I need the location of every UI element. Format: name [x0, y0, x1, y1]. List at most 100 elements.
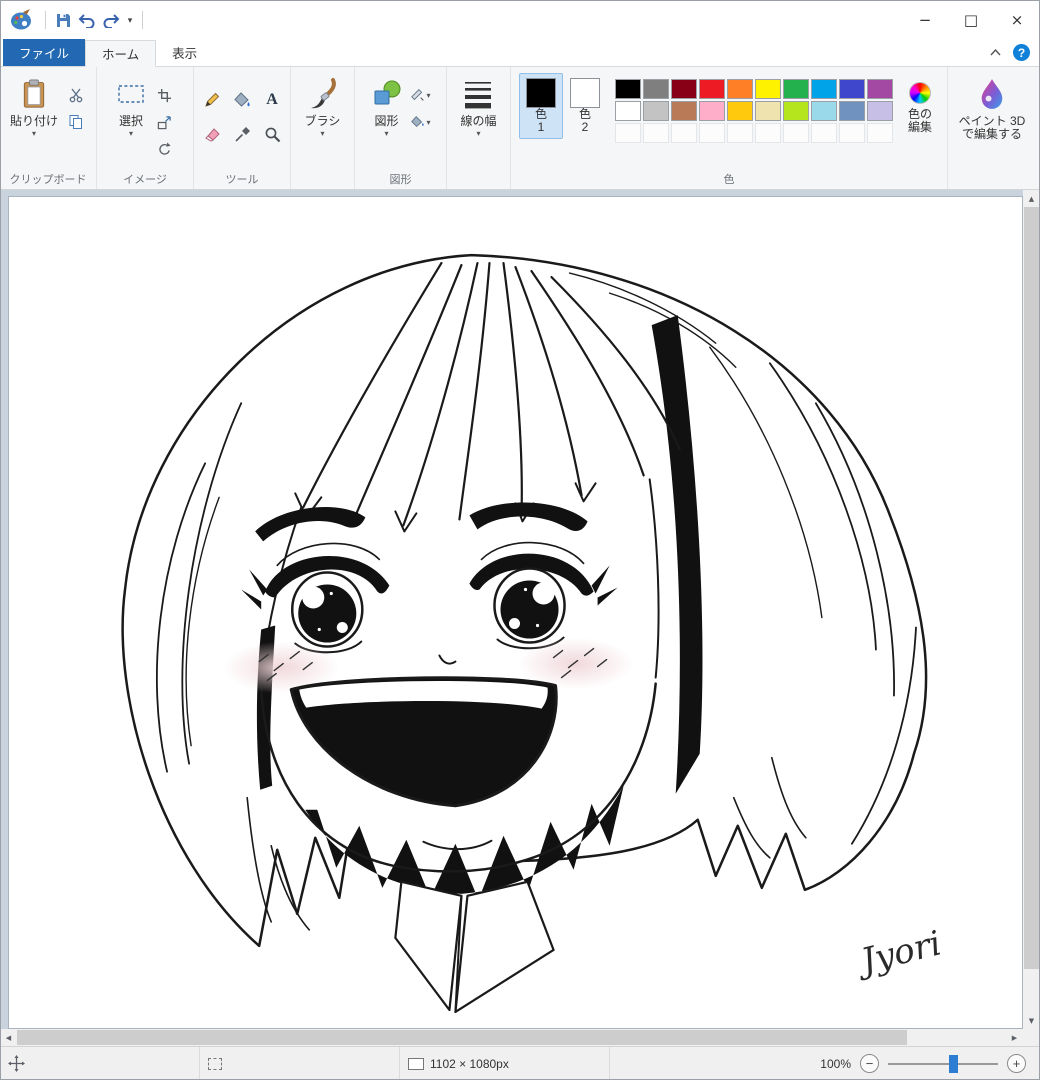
- zoom-slider[interactable]: [888, 1054, 998, 1073]
- brush-label: ブラシ: [304, 114, 341, 128]
- ribbon: 貼り付け ▾ クリップボード 選択 ▾ イメージ A ツール ブラシ ▾ 図形 …: [0, 67, 1040, 190]
- scroll-up-button[interactable]: ▲: [1023, 190, 1040, 207]
- eraser-tool-button[interactable]: [200, 122, 224, 146]
- tab-view[interactable]: 表示: [156, 39, 213, 66]
- tab-home[interactable]: ホーム: [85, 40, 157, 67]
- horizontal-scrollbar[interactable]: ◀ ▶: [0, 1029, 1023, 1046]
- paste-button[interactable]: 貼り付け ▾: [6, 73, 62, 141]
- select-button[interactable]: 選択 ▾: [112, 73, 150, 141]
- palette-swatch-empty[interactable]: [670, 123, 697, 143]
- vertical-scrollbar-thumb[interactable]: [1024, 207, 1039, 969]
- brush-button[interactable]: ブラシ ▾: [301, 73, 345, 141]
- palette-swatch-ffffff[interactable]: [614, 101, 641, 121]
- scroll-right-icon: ▶: [1011, 1033, 1018, 1042]
- palette-swatch-ffc90e[interactable]: [726, 101, 753, 121]
- qat-customize-button[interactable]: ▾: [123, 8, 137, 32]
- shape-outline-button[interactable]: ▾: [409, 83, 433, 107]
- zoom-out-button[interactable]: −: [860, 1054, 879, 1073]
- scroll-left-button[interactable]: ◀: [0, 1029, 17, 1046]
- palette-swatch-b97a57[interactable]: [670, 101, 697, 121]
- palette-swatch-99d9ea[interactable]: [810, 101, 837, 121]
- color1-label-line1: 色: [534, 107, 547, 121]
- palette-swatch-7f7f7f[interactable]: [642, 79, 669, 99]
- palette-swatch-empty[interactable]: [866, 123, 893, 143]
- palette-swatch-empty[interactable]: [838, 123, 865, 143]
- palette-swatch-ffaec9[interactable]: [698, 101, 725, 121]
- palette-swatch-c8bfe7[interactable]: [866, 101, 893, 121]
- color2-button[interactable]: 色 2: [563, 73, 607, 139]
- palette-swatch-empty[interactable]: [782, 123, 809, 143]
- tab-file[interactable]: ファイル: [3, 39, 86, 66]
- palette-swatch-c3c3c3[interactable]: [642, 101, 669, 121]
- zoom-level-text: 100%: [820, 1056, 851, 1071]
- ribbon-group-size: 線の幅 ▾: [447, 67, 511, 189]
- paint-app-icon: [8, 7, 34, 33]
- palette-swatch-b5e61d[interactable]: [782, 101, 809, 121]
- shape-fill-button[interactable]: ▾: [409, 110, 433, 134]
- help-button[interactable]: ?: [1013, 44, 1030, 61]
- palette-swatch-7092be[interactable]: [838, 101, 865, 121]
- ribbon-group-brush: ブラシ ▾: [291, 67, 355, 189]
- palette-swatch-empty[interactable]: [726, 123, 753, 143]
- ribbon-collapse-button[interactable]: [987, 45, 1003, 61]
- save-button[interactable]: [51, 8, 75, 32]
- palette-swatch-00a2e8[interactable]: [810, 79, 837, 99]
- rotate-button[interactable]: [152, 137, 176, 161]
- eraser-icon: [205, 128, 220, 142]
- palette-swatch-ff7f27[interactable]: [726, 79, 753, 99]
- palette-swatch-22b14c[interactable]: [782, 79, 809, 99]
- palette-swatch-empty[interactable]: [810, 123, 837, 143]
- shapes-button[interactable]: 図形 ▾: [367, 73, 407, 141]
- fill-tool-button[interactable]: [230, 88, 254, 112]
- crop-icon: [157, 88, 171, 102]
- clipboard-paste-icon: [19, 76, 49, 112]
- line-width-button[interactable]: 線の幅 ▾: [456, 73, 500, 141]
- copy-icon: [69, 115, 82, 129]
- zoom-slider-thumb[interactable]: [948, 1054, 958, 1073]
- close-button[interactable]: ×: [994, 0, 1040, 40]
- scroll-left-icon: ◀: [5, 1033, 12, 1042]
- palette-swatch-000000[interactable]: [614, 79, 641, 99]
- color-palette: [614, 79, 893, 143]
- line-width-icon: [463, 76, 493, 112]
- palette-swatch-empty[interactable]: [614, 123, 641, 143]
- zoom-in-button[interactable]: +: [1007, 1054, 1026, 1073]
- paint3d-button[interactable]: ペイント 3D で編集する: [955, 73, 1030, 144]
- drawing-canvas[interactable]: Jyori: [8, 196, 1023, 1029]
- eyedropper-icon: [234, 126, 250, 142]
- palette-swatch-fff200[interactable]: [754, 79, 781, 99]
- zoom-slider-track: [888, 1062, 998, 1065]
- pencil-tool-button[interactable]: [200, 88, 224, 112]
- magnifier-tool-button[interactable]: [260, 122, 284, 146]
- minimize-button[interactable]: −: [902, 0, 948, 40]
- text-tool-button[interactable]: A: [260, 88, 284, 112]
- eyedropper-tool-button[interactable]: [230, 122, 254, 146]
- edit-colors-button[interactable]: 色の 編集: [901, 73, 939, 139]
- copy-button[interactable]: [64, 110, 88, 134]
- scroll-right-button[interactable]: ▶: [1006, 1029, 1023, 1046]
- color1-button[interactable]: 色 1: [518, 73, 563, 139]
- horizontal-scrollbar-thumb[interactable]: [17, 1030, 907, 1045]
- palette-swatch-880015[interactable]: [670, 79, 697, 99]
- color2-label-line1: 色: [578, 107, 591, 121]
- cut-button[interactable]: [64, 83, 88, 107]
- scroll-up-icon: ▲: [1028, 194, 1035, 203]
- palette-swatch-empty[interactable]: [698, 123, 725, 143]
- maximize-button[interactable]: □: [948, 0, 994, 40]
- palette-swatch-empty[interactable]: [642, 123, 669, 143]
- paste-label: 貼り付け: [9, 114, 58, 128]
- scroll-down-button[interactable]: ▼: [1023, 1012, 1040, 1029]
- crop-button[interactable]: [152, 83, 176, 107]
- resize-button[interactable]: [152, 110, 176, 134]
- dropdown-caret-icon: ▾: [127, 14, 133, 25]
- palette-swatch-efe4b0[interactable]: [754, 101, 781, 121]
- palette-swatch-3f48cc[interactable]: [838, 79, 865, 99]
- redo-button[interactable]: [99, 8, 123, 32]
- undo-button[interactable]: [75, 8, 99, 32]
- palette-swatch-ed1c24[interactable]: [698, 79, 725, 99]
- dropdown-caret-icon: ▾: [426, 118, 431, 127]
- vertical-scrollbar[interactable]: ▲ ▼: [1023, 190, 1040, 1029]
- palette-swatch-empty[interactable]: [754, 123, 781, 143]
- palette-swatch-a349a4[interactable]: [866, 79, 893, 99]
- selection-size-indicator: [200, 1047, 400, 1080]
